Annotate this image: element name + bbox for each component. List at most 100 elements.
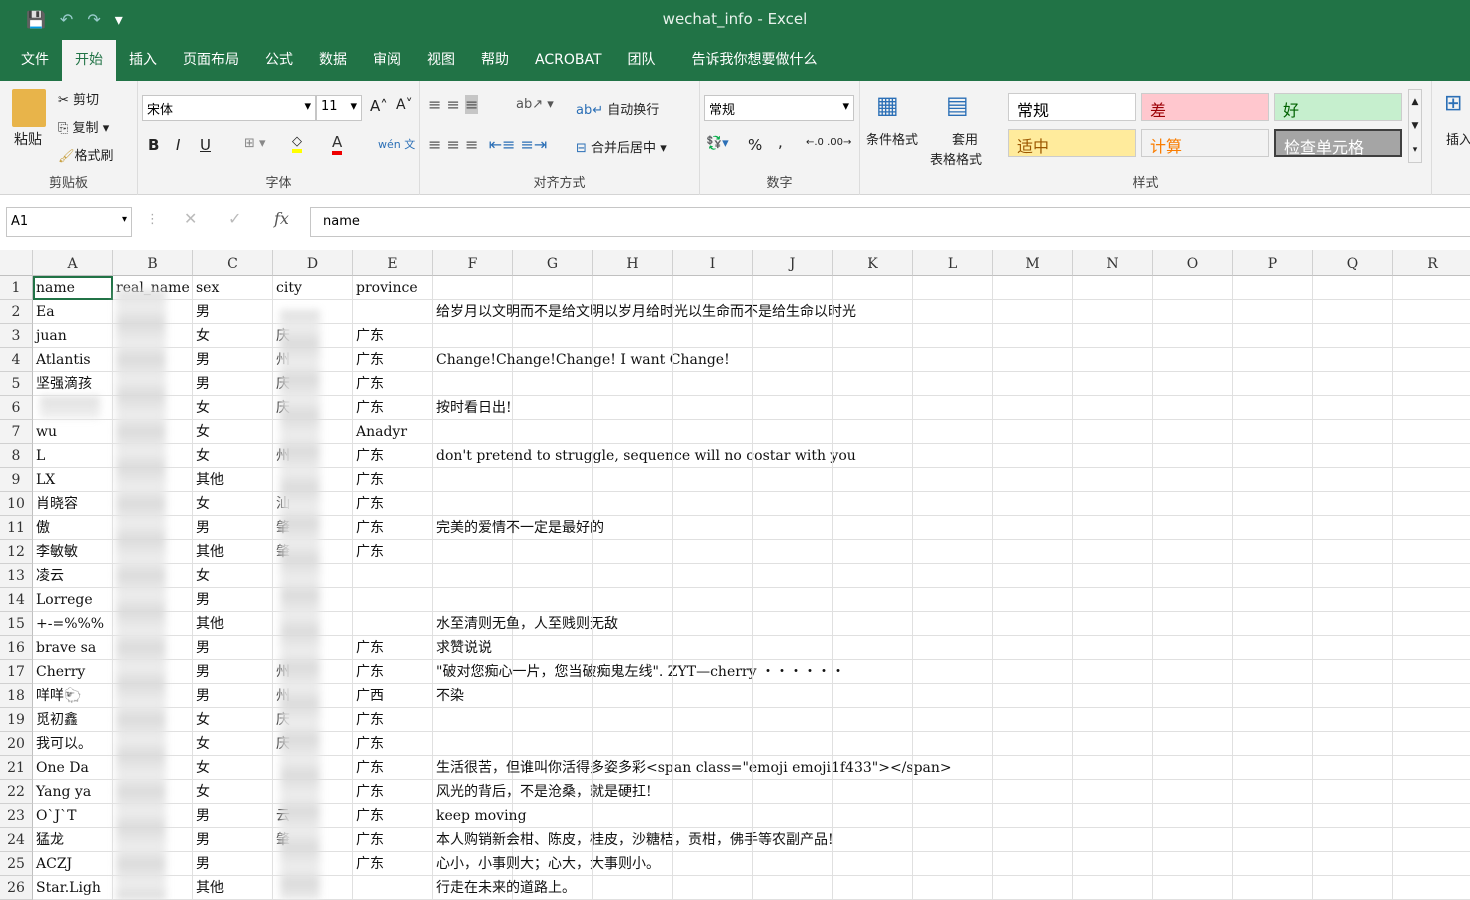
- cell-P14[interactable]: [1233, 588, 1313, 612]
- cell-O4[interactable]: [1153, 348, 1233, 372]
- cell-K22[interactable]: [833, 780, 913, 804]
- cell-F8[interactable]: don't pretend to struggle, sequence will…: [433, 444, 856, 468]
- row-header[interactable]: 14: [0, 588, 33, 612]
- cell-F7[interactable]: [433, 420, 513, 444]
- cell-F11[interactable]: 完美的爱情不一定是最好的: [433, 516, 604, 540]
- cell-L4[interactable]: [913, 348, 993, 372]
- border-icon[interactable]: ⊞ ▾: [244, 136, 266, 151]
- cell-L19[interactable]: [913, 708, 993, 732]
- row-header[interactable]: 23: [0, 804, 33, 828]
- cell-H1[interactable]: [593, 276, 673, 300]
- cell-C7[interactable]: 女: [193, 420, 273, 444]
- conditional-format-button[interactable]: 条件格式: [866, 129, 918, 148]
- cell-R19[interactable]: [1393, 708, 1470, 732]
- row-header[interactable]: 2: [0, 300, 33, 324]
- cell-N7[interactable]: [1073, 420, 1153, 444]
- row-header[interactable]: 21: [0, 756, 33, 780]
- cell-G20[interactable]: [513, 732, 593, 756]
- column-header[interactable]: A: [33, 250, 113, 276]
- font-size-select[interactable]: 11 ▾: [316, 95, 362, 121]
- cell-P2[interactable]: [1233, 300, 1313, 324]
- column-header[interactable]: L: [913, 250, 993, 276]
- cell-I13[interactable]: [673, 564, 753, 588]
- cell-G8[interactable]: [513, 444, 593, 468]
- cell-Q10[interactable]: [1313, 492, 1393, 516]
- cell-A2[interactable]: Ea: [33, 300, 113, 324]
- cell-A22[interactable]: Yang ya: [33, 780, 113, 804]
- cell-E25[interactable]: 广东: [353, 852, 433, 876]
- cell-style[interactable]: 检查单元格: [1274, 129, 1402, 157]
- cell-P11[interactable]: [1233, 516, 1313, 540]
- cell-M10[interactable]: [993, 492, 1073, 516]
- cell-N11[interactable]: [1073, 516, 1153, 540]
- cell-P23[interactable]: [1233, 804, 1313, 828]
- cell-I20[interactable]: [673, 732, 753, 756]
- cell-C13[interactable]: 女: [193, 564, 273, 588]
- cell-J5[interactable]: [753, 372, 833, 396]
- cell-R7[interactable]: [1393, 420, 1470, 444]
- cell-G4[interactable]: [513, 348, 593, 372]
- cell-O24[interactable]: [1153, 828, 1233, 852]
- cell-J3[interactable]: [753, 324, 833, 348]
- table-format-label[interactable]: 表格格式: [930, 149, 982, 168]
- cell-H11[interactable]: [593, 516, 673, 540]
- cell-C9[interactable]: 其他: [193, 468, 273, 492]
- cell-E4[interactable]: 广东: [353, 348, 433, 372]
- cell-E10[interactable]: 广东: [353, 492, 433, 516]
- bold-button[interactable]: B: [148, 136, 159, 154]
- cell-P10[interactable]: [1233, 492, 1313, 516]
- cell-M20[interactable]: [993, 732, 1073, 756]
- cell-M22[interactable]: [993, 780, 1073, 804]
- tab-6[interactable]: 审阅: [360, 40, 414, 81]
- cell-R3[interactable]: [1393, 324, 1470, 348]
- tab-8[interactable]: 帮助: [468, 40, 522, 81]
- cell-N1[interactable]: [1073, 276, 1153, 300]
- cell-K3[interactable]: [833, 324, 913, 348]
- cell-K12[interactable]: [833, 540, 913, 564]
- cell-F1[interactable]: [433, 276, 513, 300]
- comma-button[interactable]: ,: [778, 133, 783, 151]
- cell-H22[interactable]: [593, 780, 673, 804]
- cell-R25[interactable]: [1393, 852, 1470, 876]
- cell-I17[interactable]: [673, 660, 753, 684]
- cell-J13[interactable]: [753, 564, 833, 588]
- cell-K6[interactable]: [833, 396, 913, 420]
- cell-R1[interactable]: [1393, 276, 1470, 300]
- cell-M1[interactable]: [993, 276, 1073, 300]
- cell-Q19[interactable]: [1313, 708, 1393, 732]
- cell-I15[interactable]: [673, 612, 753, 636]
- cell-Q2[interactable]: [1313, 300, 1393, 324]
- cell-L6[interactable]: [913, 396, 993, 420]
- cell-L23[interactable]: [913, 804, 993, 828]
- cell-G22[interactable]: [513, 780, 593, 804]
- cell-L14[interactable]: [913, 588, 993, 612]
- cell-N20[interactable]: [1073, 732, 1153, 756]
- cell-H16[interactable]: [593, 636, 673, 660]
- cell-H21[interactable]: [593, 756, 673, 780]
- cell-G16[interactable]: [513, 636, 593, 660]
- cell-G6[interactable]: [513, 396, 593, 420]
- cell-H17[interactable]: [593, 660, 673, 684]
- cell-G13[interactable]: [513, 564, 593, 588]
- tab-7[interactable]: 视图: [414, 40, 468, 81]
- cell-L12[interactable]: [913, 540, 993, 564]
- cell-G25[interactable]: [513, 852, 593, 876]
- cell-N13[interactable]: [1073, 564, 1153, 588]
- row-header[interactable]: 4: [0, 348, 33, 372]
- cell-R2[interactable]: [1393, 300, 1470, 324]
- cell-A20[interactable]: 我可以。: [33, 732, 113, 756]
- row-header[interactable]: 5: [0, 372, 33, 396]
- cell-I11[interactable]: [673, 516, 753, 540]
- cell-H23[interactable]: [593, 804, 673, 828]
- cell-H8[interactable]: [593, 444, 673, 468]
- cell-C15[interactable]: 其他: [193, 612, 273, 636]
- cell-F16[interactable]: 求赞说说: [433, 636, 513, 660]
- cell-R22[interactable]: [1393, 780, 1470, 804]
- cell-R13[interactable]: [1393, 564, 1470, 588]
- cell-style[interactable]: 适中: [1008, 129, 1136, 157]
- cell-L22[interactable]: [913, 780, 993, 804]
- column-header[interactable]: R: [1393, 250, 1470, 276]
- cell-F12[interactable]: [433, 540, 513, 564]
- cell-O11[interactable]: [1153, 516, 1233, 540]
- column-header[interactable]: O: [1153, 250, 1233, 276]
